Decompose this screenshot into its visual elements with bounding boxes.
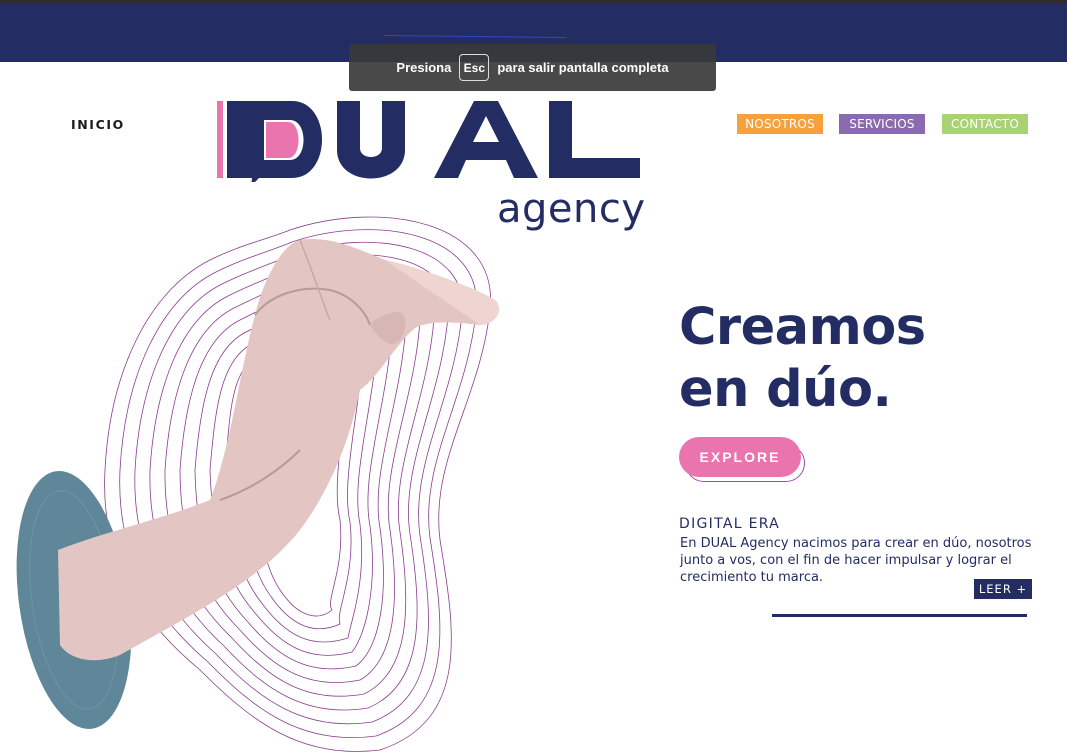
- nav-nosotros-link[interactable]: NOSOTROS: [737, 114, 823, 134]
- section-divider: [772, 614, 1027, 617]
- esc-key-badge: Esc: [459, 54, 490, 81]
- dual-logo[interactable]: [214, 98, 644, 186]
- fullscreen-exit-toast: Presiona Esc para salir pantalla complet…: [349, 44, 716, 91]
- nav-servicios-link[interactable]: SERVICIOS: [839, 114, 925, 134]
- reaching-hand-illustration: [58, 239, 500, 661]
- header-accent-line: [383, 35, 567, 38]
- toast-prefix: Presiona: [396, 60, 452, 75]
- dual-logo-mark: [217, 101, 640, 186]
- headline-line-1: Creamos: [679, 298, 926, 357]
- read-more-button[interactable]: LEER +: [974, 579, 1032, 599]
- toast-suffix: para salir pantalla completa: [497, 60, 669, 75]
- hero-headline: Creamos en dúo.: [679, 297, 979, 421]
- nav-inicio-link[interactable]: INICIO: [71, 117, 125, 132]
- explore-button[interactable]: EXPLORE: [679, 437, 801, 477]
- section-label: DIGITAL ERA: [679, 516, 781, 532]
- explore-cta[interactable]: EXPLORE: [679, 437, 807, 485]
- headline-line-2: en dúo.: [679, 360, 892, 419]
- hero-artwork: [16, 216, 500, 752]
- nav-contacto-link[interactable]: CONTACTO: [942, 114, 1028, 134]
